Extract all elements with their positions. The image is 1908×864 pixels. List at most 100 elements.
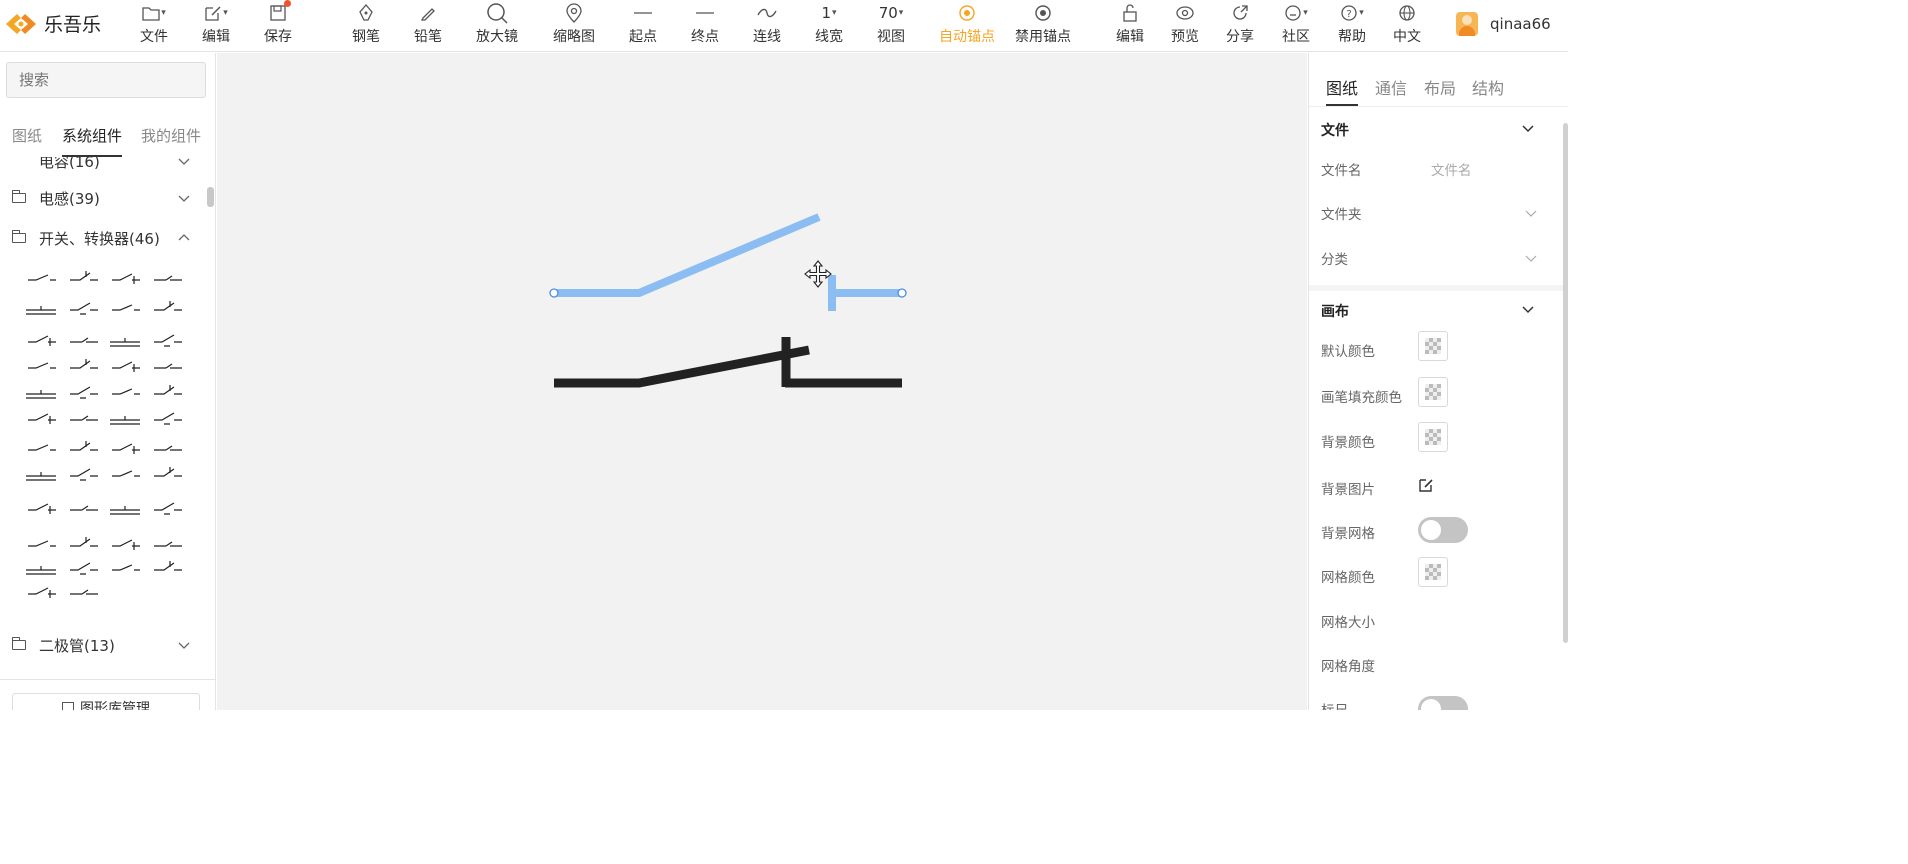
library-manage-button[interactable]: 图形库管理 [12,693,200,710]
tab-drawing[interactable]: 图纸 [1326,75,1359,106]
component-item[interactable] [154,334,182,347]
component-item[interactable] [154,561,182,571]
default-color-picker[interactable] [1418,331,1448,361]
component-item[interactable] [112,539,140,550]
component-item[interactable] [70,415,98,421]
anchor-point[interactable] [549,288,559,298]
line-width-dropdown[interactable]: 1 ▾ 线宽 [799,2,859,50]
help-button[interactable]: ? ▾ 帮助 [1322,2,1382,50]
grid-color-picker[interactable] [1418,557,1448,587]
filename-input[interactable]: 文件名 [1431,159,1472,179]
component-item[interactable] [70,505,98,511]
component-item[interactable] [70,468,98,481]
category-switch-converter[interactable]: 开关、转换器(46) [12,226,192,250]
component-item[interactable] [28,587,56,598]
component-item[interactable] [70,562,98,575]
component-item[interactable] [112,361,140,372]
component-item[interactable] [70,337,98,343]
canvas-section-title[interactable]: 画布 [1321,301,1349,321]
component-item[interactable] [154,385,182,395]
chevron-down-icon[interactable] [1521,122,1535,136]
ruler-toggle[interactable] [1418,696,1468,710]
component-item[interactable] [154,275,182,281]
component-item[interactable] [110,338,140,347]
component-item[interactable] [154,301,182,311]
component-item[interactable] [154,445,182,451]
left-scrollbar[interactable] [207,187,214,207]
component-item[interactable] [70,386,98,399]
component-item[interactable] [28,444,56,451]
pen-tool-button[interactable]: 钢笔 [336,2,396,50]
component-item[interactable] [110,506,140,515]
chevron-down-icon[interactable] [1525,252,1537,264]
category-inductor[interactable]: 电感(39) [12,186,192,210]
component-item[interactable] [28,335,56,346]
component-item[interactable] [70,302,98,315]
language-button[interactable]: 中文 [1377,2,1437,50]
component-item[interactable] [112,443,140,454]
component-item[interactable] [28,503,56,514]
component-item[interactable] [112,273,140,284]
unlock-edit-button[interactable]: 编辑 [1100,2,1160,50]
drawing-canvas[interactable] [217,53,1307,710]
anchor-point[interactable] [897,288,907,298]
brush-fill-color-picker[interactable] [1418,377,1448,407]
component-item[interactable] [70,537,98,547]
tab-structure[interactable]: 结构 [1472,75,1504,99]
component-item[interactable] [70,589,98,595]
category-capacitor[interactable]: 电容(16) [12,157,192,173]
background-grid-toggle[interactable] [1418,517,1468,543]
connect-line-button[interactable]: 连线 [737,2,797,50]
auto-anchor-button[interactable]: 自动锚点 [932,2,1002,50]
chevron-down-icon[interactable] [1521,303,1535,317]
app-logo[interactable]: 乐吾乐 [4,10,101,37]
preview-button[interactable]: 预览 [1155,2,1215,50]
component-item[interactable] [110,416,140,425]
component-item[interactable] [26,472,56,481]
component-item[interactable] [112,470,140,477]
component-item[interactable] [154,502,182,515]
right-scrollbar[interactable] [1563,123,1568,643]
disable-anchor-button[interactable]: 禁用锚点 [1008,2,1078,50]
save-button[interactable]: 保存 [248,0,308,50]
chevron-down-icon[interactable] [1525,207,1537,219]
community-button[interactable]: ▾ 社区 [1266,2,1326,50]
component-item[interactable] [26,306,56,315]
start-point-button[interactable]: 起点 [613,2,673,50]
file-section-title[interactable]: 文件 [1321,120,1349,140]
component-item[interactable] [26,390,56,399]
component-item[interactable] [112,304,140,311]
component-item[interactable] [28,413,56,424]
view-zoom-dropdown[interactable]: 70 ▾ 视图 [861,2,921,50]
component-item[interactable] [28,362,56,369]
tab-drawings[interactable]: 图纸 [12,125,42,146]
component-item[interactable] [154,363,182,369]
tab-layout[interactable]: 布局 [1424,75,1456,99]
file-menu-button[interactable]: ▾ 文件 [124,2,184,50]
component-item[interactable] [70,359,98,369]
tab-my-components[interactable]: 我的组件 [141,125,201,146]
search-input[interactable] [6,62,206,98]
thumbnail-button[interactable]: 缩略图 [544,2,604,50]
component-item[interactable] [28,274,56,281]
pencil-tool-button[interactable]: 铅笔 [398,2,458,50]
edit-image-icon[interactable] [1418,477,1434,493]
component-item[interactable] [26,566,56,575]
component-item[interactable] [70,271,98,281]
component-item[interactable] [112,388,140,395]
edit-menu-button[interactable]: ▾ 编辑 [186,2,246,50]
background-color-picker[interactable] [1418,422,1448,452]
category-diode[interactable]: 二极管(13) [12,633,192,657]
component-item[interactable] [28,540,56,547]
end-point-button[interactable]: 终点 [675,2,735,50]
component-item[interactable] [154,412,182,425]
switch-shape[interactable] [554,337,902,388]
selected-switch-shape[interactable] [549,213,907,311]
tab-system-components[interactable]: 系统组件 [62,125,123,157]
user-menu[interactable]: qinaa66 [1456,12,1551,36]
component-item[interactable] [112,564,140,571]
share-button[interactable]: 分享 [1210,2,1270,50]
component-item[interactable] [154,541,182,547]
magnifier-button[interactable]: 放大镜 [467,2,527,50]
component-item[interactable] [154,467,182,477]
